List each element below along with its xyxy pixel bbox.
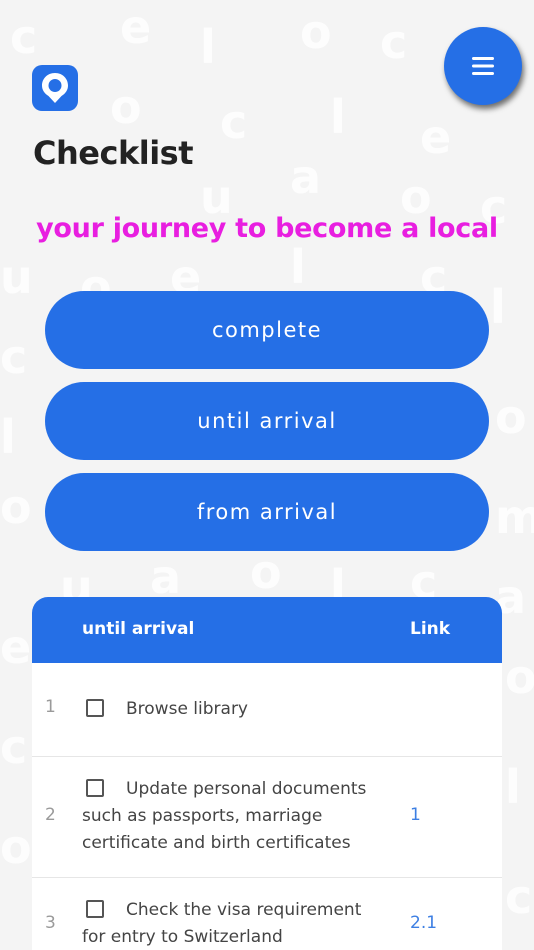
page: c e l o c o c l e u a o c u o e l c l c …: [0, 0, 534, 950]
row-number: 3: [45, 913, 56, 933]
checkbox[interactable]: [86, 779, 104, 797]
map-pin-icon: [42, 73, 68, 103]
task-text: Check the visa requirement for entry to …: [82, 900, 362, 947]
row-task: Browse library: [82, 696, 382, 723]
row-task: Update personal documents such as passpo…: [82, 776, 382, 857]
hamburger-menu-icon: [472, 57, 494, 75]
table-row: 2 Update personal documents such as pass…: [32, 757, 502, 878]
row-number: 2: [45, 805, 56, 825]
header-link: Link: [410, 619, 451, 639]
filter-from-arrival-button[interactable]: from arrival: [45, 473, 489, 551]
header-task: until arrival: [82, 619, 195, 639]
task-text: Update personal documents such as passpo…: [82, 779, 367, 853]
checkbox[interactable]: [86, 699, 104, 717]
row-number: 1: [45, 697, 56, 717]
row-link[interactable]: 1: [410, 805, 421, 825]
tagline: your journey to become a local: [36, 213, 498, 244]
table-row: 3 Check the visa requirement for entry t…: [32, 878, 502, 950]
checkbox[interactable]: [86, 900, 104, 918]
menu-button[interactable]: [444, 27, 522, 105]
row-task: Check the visa requirement for entry to …: [82, 897, 382, 950]
filter-complete-button[interactable]: complete: [45, 291, 489, 369]
table-header: until arrival Link: [32, 597, 502, 663]
page-title: Checklist: [33, 134, 194, 172]
task-text: Browse library: [126, 699, 248, 719]
row-link[interactable]: 2.1: [410, 913, 437, 933]
filter-until-arrival-button[interactable]: until arrival: [45, 382, 489, 460]
logo[interactable]: [32, 65, 78, 111]
table-row: 1 Browse library: [32, 663, 502, 757]
checklist-table: until arrival Link 1 Browse library 2 Up…: [32, 597, 502, 950]
